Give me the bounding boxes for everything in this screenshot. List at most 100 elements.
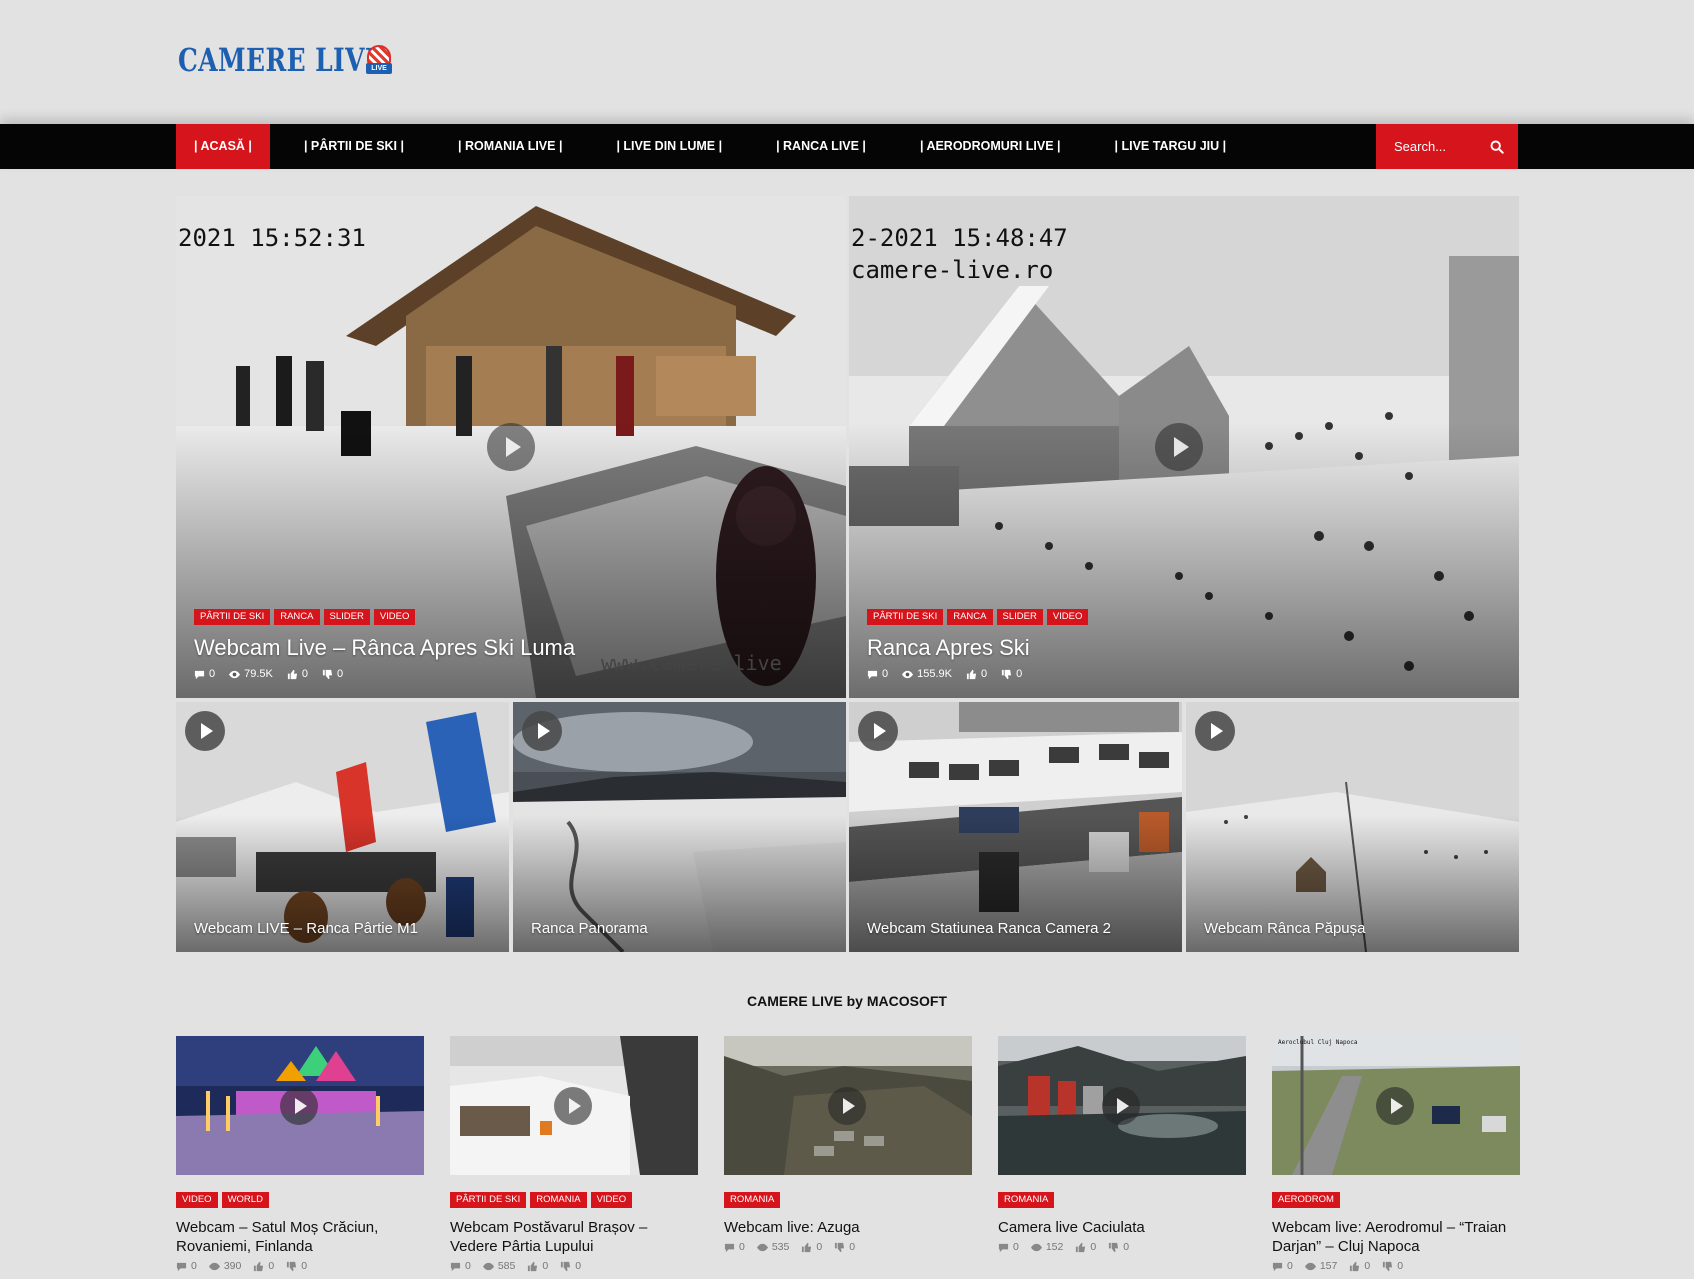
- comment-count: 0: [209, 668, 216, 680]
- thumbs-down-icon[interactable]: [286, 1261, 297, 1272]
- category-tag[interactable]: PÂRTII DE SKI: [450, 1192, 527, 1208]
- category-tag[interactable]: WORLD: [221, 1192, 269, 1208]
- small-post-1[interactable]: Webcam LIVE – Ranca Pârtie M1: [176, 702, 509, 952]
- like-count: 0: [981, 668, 988, 680]
- thumbs-down-icon[interactable]: [560, 1261, 571, 1272]
- featured-post-1[interactable]: 2021 15:52:31 www.camere-live PÂRTII DE …: [176, 196, 846, 698]
- eye-icon: [1030, 1243, 1042, 1251]
- card-thumbnail[interactable]: [450, 1036, 698, 1175]
- site-logo[interactable]: CAMERE LIVE LIVE: [178, 40, 394, 80]
- post-card-2: PÂRTII DE SKI ROMANIA VIDEO Webcam Postă…: [450, 1036, 698, 1272]
- category-tag[interactable]: ROMANIA: [530, 1192, 587, 1208]
- play-icon[interactable]: [858, 711, 898, 751]
- play-icon[interactable]: [487, 423, 535, 471]
- card-thumbnail[interactable]: [998, 1036, 1246, 1175]
- card-thumbnail[interactable]: Aeroclubul Cluj Napoca: [1272, 1036, 1520, 1175]
- category-tag[interactable]: RANCA: [274, 609, 320, 625]
- search-box: [1376, 124, 1518, 169]
- play-icon[interactable]: [280, 1087, 318, 1125]
- post-title[interactable]: Webcam LIVE – Ranca Pârtie M1: [194, 920, 418, 937]
- thumbs-down-icon[interactable]: [1382, 1261, 1393, 1272]
- view-count: 157: [1319, 1260, 1338, 1272]
- play-icon[interactable]: [1376, 1087, 1414, 1125]
- thumbs-up-icon[interactable]: [801, 1242, 812, 1253]
- category-tags: PÂRTII DE SKI RANCA SLIDER VIDEO: [194, 609, 416, 625]
- category-tag[interactable]: SLIDER: [323, 609, 370, 625]
- small-post-2[interactable]: Ranca Panorama: [513, 702, 846, 952]
- small-post-4[interactable]: Webcam Rânca Păpușa: [1186, 702, 1519, 952]
- eye-icon: [229, 670, 241, 678]
- comment-icon: [1272, 1262, 1283, 1271]
- thumbs-down-icon[interactable]: [322, 669, 333, 680]
- thumbs-up-icon[interactable]: [287, 669, 298, 680]
- comment-icon: [998, 1243, 1009, 1252]
- search-input[interactable]: [1394, 139, 1486, 154]
- post-title[interactable]: Webcam live: Azuga: [724, 1218, 972, 1237]
- featured-post-2[interactable]: 2-2021 15:48:47 camere-live.ro PÂRTII DE…: [849, 196, 1519, 698]
- category-tag[interactable]: SLIDER: [996, 609, 1043, 625]
- small-post-3[interactable]: Webcam Statiunea Ranca Camera 2: [849, 702, 1182, 952]
- like-count: 0: [816, 1241, 823, 1253]
- thumbs-up-icon[interactable]: [253, 1261, 264, 1272]
- post-title[interactable]: Webcam Live – Rânca Apres Ski Luma: [194, 635, 575, 661]
- post-title[interactable]: Ranca Panorama: [531, 920, 648, 937]
- nav-item-acasa[interactable]: | ACASĂ |: [176, 124, 270, 169]
- category-tag[interactable]: AERODROM: [1272, 1192, 1340, 1208]
- category-tag[interactable]: ROMANIA: [724, 1192, 781, 1208]
- thumbs-up-icon[interactable]: [527, 1261, 538, 1272]
- nav-item-romania-live[interactable]: | ROMANIA LIVE |: [440, 124, 580, 169]
- category-tag[interactable]: VIDEO: [373, 609, 416, 625]
- thumbs-down-icon[interactable]: [1108, 1242, 1119, 1253]
- post-title[interactable]: Webcam live: Aerodromul – “Traian Darjan…: [1272, 1218, 1520, 1256]
- category-tag[interactable]: PÂRTII DE SKI: [867, 609, 944, 625]
- like-count: 0: [1090, 1241, 1097, 1253]
- comment-count: 0: [1013, 1241, 1019, 1253]
- timestamp-overlay: 2-2021 15:48:47 camere-live.ro: [851, 224, 1068, 284]
- view-count: 79.5K: [244, 668, 273, 680]
- nav-item-aerodromuri-live[interactable]: | AERODROMURI LIVE |: [902, 124, 1079, 169]
- category-tag[interactable]: ROMANIA: [998, 1192, 1055, 1208]
- dislike-count: 0: [1016, 668, 1023, 680]
- post-title[interactable]: Webcam Statiunea Ranca Camera 2: [867, 920, 1111, 937]
- thumbs-up-icon[interactable]: [1349, 1261, 1360, 1272]
- comment-icon: [867, 670, 878, 679]
- eye-icon: [902, 670, 914, 678]
- thumbs-down-icon[interactable]: [834, 1242, 845, 1253]
- post-stats: 0 390 0 0: [176, 1260, 424, 1272]
- logo-text: CAMERE LIVE: [178, 41, 385, 79]
- thumbs-up-icon[interactable]: [1075, 1242, 1086, 1253]
- category-tag[interactable]: VIDEO: [176, 1192, 218, 1208]
- nav-item-live-din-lume[interactable]: | LIVE DIN LUME |: [598, 124, 740, 169]
- nav-item-partii-de-ski[interactable]: | PÂRTII DE SKI |: [286, 124, 422, 169]
- like-count: 0: [301, 668, 308, 680]
- svg-text:2021 15:52:31: 2021 15:52:31: [178, 224, 366, 252]
- category-tag[interactable]: PÂRTII DE SKI: [194, 609, 271, 625]
- play-icon[interactable]: [522, 711, 562, 751]
- play-icon[interactable]: [185, 711, 225, 751]
- thumbs-down-icon[interactable]: [1001, 669, 1012, 680]
- card-thumbnail[interactable]: [724, 1036, 972, 1175]
- category-tag[interactable]: VIDEO: [1046, 609, 1089, 625]
- post-title[interactable]: Webcam – Satul Moș Crăciun, Rovaniemi, F…: [176, 1218, 424, 1256]
- dislike-count: 0: [1123, 1241, 1130, 1253]
- watermark-overlay: www.camere-live: [601, 651, 782, 675]
- nav-item-live-targu-jiu[interactable]: | LIVE TARGU JIU |: [1097, 124, 1245, 169]
- post-title[interactable]: Ranca Apres Ski: [867, 635, 1030, 661]
- nav-item-ranca-live[interactable]: | RANCA LIVE |: [758, 124, 884, 169]
- play-icon[interactable]: [1102, 1087, 1140, 1125]
- category-tags: ROMANIA: [998, 1192, 1246, 1208]
- category-tag[interactable]: RANCA: [947, 609, 993, 625]
- post-stats: 0 157 0 0: [1272, 1260, 1520, 1272]
- play-icon[interactable]: [1155, 423, 1203, 471]
- post-title[interactable]: Camera live Caciulata: [998, 1218, 1246, 1237]
- post-title[interactable]: Webcam Postăvarul Brașov – Vedere Pârtia…: [450, 1218, 698, 1256]
- post-title[interactable]: Webcam Rânca Păpușa: [1204, 920, 1365, 937]
- play-icon[interactable]: [1195, 711, 1235, 751]
- card-thumbnail[interactable]: [176, 1036, 424, 1175]
- play-icon[interactable]: [828, 1087, 866, 1125]
- thumbs-up-icon[interactable]: [966, 669, 977, 680]
- play-icon[interactable]: [554, 1087, 592, 1125]
- category-tag[interactable]: VIDEO: [590, 1192, 633, 1208]
- search-icon[interactable]: [1490, 140, 1504, 154]
- category-tags: ROMANIA: [724, 1192, 972, 1208]
